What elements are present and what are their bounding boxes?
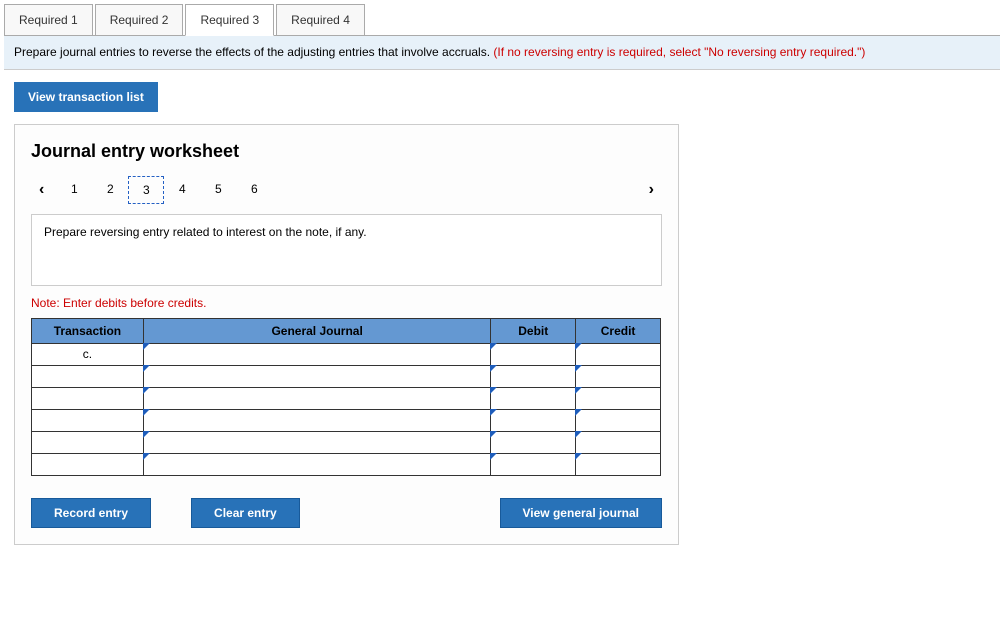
cell-transaction[interactable] [32,387,144,409]
table-row [32,387,661,409]
tab-required-1[interactable]: Required 1 [4,4,93,35]
cell-general-journal[interactable] [143,409,490,431]
cell-credit[interactable] [576,409,661,431]
table-row [32,365,661,387]
tabs-bar: Required 1 Required 2 Required 3 Require… [4,4,1000,36]
cell-transaction[interactable] [32,431,144,453]
col-header-transaction: Transaction [32,318,144,343]
pager-3[interactable]: 3 [128,176,164,204]
pager-2[interactable]: 2 [92,176,128,204]
tab-required-2[interactable]: Required 2 [95,4,184,35]
pager-6[interactable]: 6 [236,176,272,204]
pager-1[interactable]: 1 [56,176,92,204]
entry-prompt: Prepare reversing entry related to inter… [31,214,662,286]
record-entry-button[interactable]: Record entry [31,498,151,528]
col-header-credit: Credit [576,318,661,343]
view-general-journal-button[interactable]: View general journal [500,498,662,528]
cell-transaction[interactable] [32,453,144,475]
cell-general-journal[interactable] [143,343,490,365]
clear-entry-button[interactable]: Clear entry [191,498,300,528]
cell-general-journal[interactable] [143,387,490,409]
pager-5[interactable]: 5 [200,176,236,204]
pager-row: ‹ 1 2 3 4 5 6 › [31,176,662,204]
view-transaction-list-button[interactable]: View transaction list [14,82,158,112]
col-header-general-journal: General Journal [143,318,490,343]
worksheet-title: Journal entry worksheet [31,141,662,162]
worksheet-button-row: Record entry Clear entry View general jo… [31,498,662,528]
pager-4[interactable]: 4 [164,176,200,204]
cell-debit[interactable] [491,365,576,387]
cell-transaction[interactable]: c. [32,343,144,365]
col-header-debit: Debit [491,318,576,343]
cell-credit[interactable] [576,343,661,365]
instruction-text: Prepare journal entries to reverse the e… [14,45,493,59]
cell-debit[interactable] [491,409,576,431]
cell-debit[interactable] [491,431,576,453]
table-row: c. [32,343,661,365]
cell-credit[interactable] [576,387,661,409]
cell-general-journal[interactable] [143,365,490,387]
cell-transaction[interactable] [32,365,144,387]
chevron-left-icon[interactable]: ‹ [31,177,52,203]
journal-worksheet-panel: Journal entry worksheet ‹ 1 2 3 4 5 6 › … [14,124,679,545]
tab-required-3[interactable]: Required 3 [185,4,274,36]
cell-general-journal[interactable] [143,453,490,475]
cell-debit[interactable] [491,453,576,475]
cell-transaction[interactable] [32,409,144,431]
cell-credit[interactable] [576,431,661,453]
table-row [32,409,661,431]
note-debits-before-credits: Note: Enter debits before credits. [31,296,662,310]
instruction-hint: (If no reversing entry is required, sele… [493,45,865,59]
cell-credit[interactable] [576,365,661,387]
table-row [32,431,661,453]
chevron-right-icon[interactable]: › [641,177,662,203]
table-row [32,453,661,475]
cell-debit[interactable] [491,387,576,409]
pager-numbers: 1 2 3 4 5 6 [56,176,640,204]
cell-credit[interactable] [576,453,661,475]
instruction-banner: Prepare journal entries to reverse the e… [4,36,1000,70]
cell-debit[interactable] [491,343,576,365]
cell-general-journal[interactable] [143,431,490,453]
tab-required-4[interactable]: Required 4 [276,4,365,35]
journal-table: Transaction General Journal Debit Credit… [31,318,661,476]
